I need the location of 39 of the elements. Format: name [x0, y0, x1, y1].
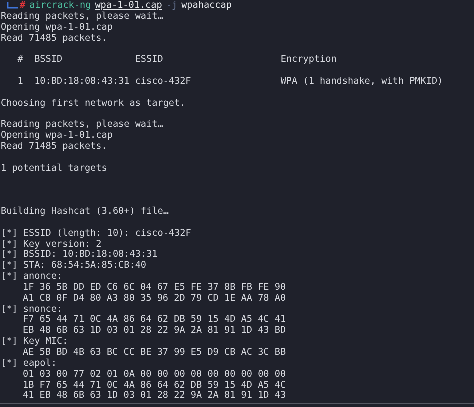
output-line: Reading packets, please wait…: [1, 12, 164, 23]
table-cell: WPA (1 handshake, with PMKID): [280, 76, 444, 88]
hex-dump-line: 1B F7 65 44 71 0C 4A 86 64 62 DB 59 15 4D A5 4C: [23, 380, 286, 391]
hex-dump-line: AE 5B BD 4B 63 BC CC BE 37 99 E5 D9 CB AC 3C BB: [23, 348, 286, 358]
output-line: Reading packets, please wait…: [1, 120, 164, 131]
output-line: [*] Key MIC:: [1, 337, 68, 348]
output-line: Choosing first network as target.: [1, 98, 186, 110]
output-line: Building Hashcat (3.60+) file…: [1, 207, 169, 218]
command-name: aircrack-ng: [30, 1, 92, 12]
column-header: Encryption: [280, 55, 337, 66]
output-line: [*] Key version: 2: [1, 240, 102, 250]
output-line: [*] anonce:: [1, 272, 63, 283]
output-line: Read 71485 packets.: [1, 34, 108, 44]
column-header: #: [16, 55, 24, 66]
output-line: [*] snonce:: [1, 304, 63, 315]
output-line: Read 71485 packets.: [1, 142, 108, 153]
table-cell-text: cisco-432F: [135, 76, 192, 88]
hex-dump-line: F7 65 44 71 0C 4A 86 64 62 DB 59 15 4D A5 4C 41: [23, 315, 286, 326]
table-cell-text: 10:BD:18:08:43:31: [34, 76, 131, 88]
column-header: ESSID: [135, 55, 164, 66]
hex-dump-line: 01 03 00 77 02 01 0A 00 00 00 00 00 00 00 00 00: [23, 370, 286, 381]
command-argument: -j: [166, 1, 178, 12]
output-line: Opening wpa-1-01.cap: [1, 22, 113, 34]
prompt-corner-icon: [5, 2, 19, 11]
output-line: [*] ESSID (length: 10): cisco-432F: [1, 228, 192, 240]
prompt-symbol: #: [20, 1, 26, 12]
hex-dump-line: A1 C8 0F D4 80 A3 80 35 96 2D 79 CD 1E AA 78 A0: [23, 294, 286, 305]
output-line: [*] STA: 68:54:5A:85:CB:40: [1, 261, 147, 272]
command-argument: wpa-1-01.cap: [95, 1, 162, 12]
command-argument: wpahaccap: [182, 1, 232, 12]
output-line: 1 potential targets: [1, 164, 108, 174]
table-cell-text: 1: [16, 76, 24, 88]
hex-dump-line: EB 48 6B 63 1D 03 01 28 22 9A 2A 81 91 1D 43 BD: [23, 326, 286, 337]
output-line: [*] BSSID: 10:BD:18:08:43:31: [1, 250, 158, 261]
output-line: Opening wpa-1-01.cap: [1, 131, 113, 142]
hex-dump-line: 1F 36 5B DD ED C6 6C 04 67 E5 FE 37 8B FB FE 90: [23, 282, 286, 294]
column-header: BSSID: [34, 55, 64, 66]
hex-dump-line: 41 EB 48 6B 63 1D 03 01 28 22 9A 2A 81 91 1D 43: [23, 391, 286, 402]
output-line: [*] eapol:: [1, 358, 57, 370]
